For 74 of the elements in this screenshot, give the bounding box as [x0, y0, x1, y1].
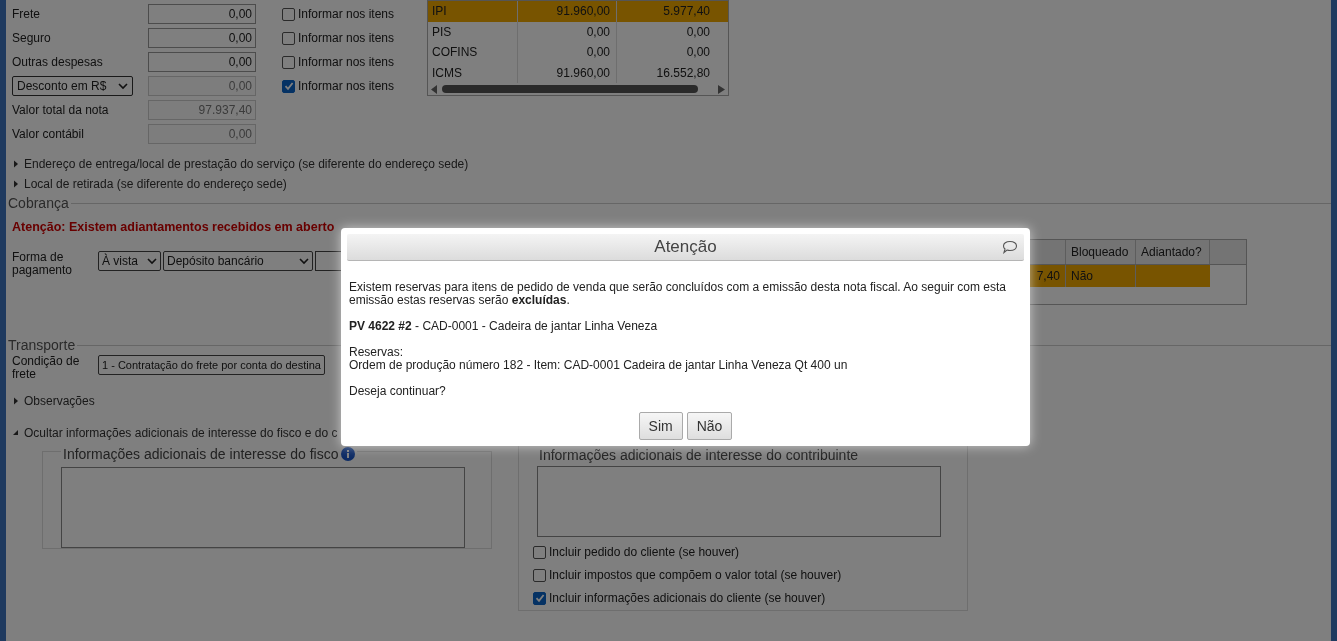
checkbox-label: Incluir impostos que compõem o valor total (se houver)	[549, 567, 842, 585]
checkbox-label: Informar nos itens	[298, 78, 395, 95]
section-title: Transporte	[8, 336, 76, 356]
dialog-button[interactable]: Sim	[638, 412, 683, 440]
table-cell: 91.960,00	[518, 1, 617, 22]
field-label: Condição de frete	[12, 354, 81, 383]
expand-triangle-icon[interactable]	[12, 396, 20, 405]
field-label: Seguro	[12, 30, 52, 47]
checkbox[interactable]	[533, 545, 546, 559]
table-cell-text: 0,00	[685, 44, 711, 62]
chevron-down-icon	[147, 256, 157, 265]
dialog-text: Reservas:	[349, 346, 405, 359]
checkbox[interactable]	[282, 55, 295, 69]
chevron-down-icon	[299, 256, 309, 265]
section-toggle[interactable]: Ocultar informações adicionais de interesse do fisco e do c	[24, 423, 338, 442]
input-field[interactable]: 0,00	[148, 52, 256, 72]
dialog-text: PV 4622 #2 - CAD-0001 - Cadeira de jantar Linha Veneza	[349, 320, 659, 333]
text-area[interactable]	[537, 465, 941, 537]
warning-text: Atenção: Existem adiantamentos recebidos em aberto	[11, 219, 335, 236]
input-field[interactable]: 0,00	[148, 4, 256, 24]
input-field[interactable]: 0,00	[148, 28, 256, 48]
table-cell: Não	[1066, 264, 1136, 287]
table-cell-text: 16.552,80	[655, 64, 711, 82]
chevron-down-icon	[118, 82, 128, 90]
payment-select[interactable]: À vista	[98, 250, 161, 271]
section-toggle[interactable]: Endereço de entrega/local de prestação do serviço (se diferente do endereço sede)	[24, 155, 469, 173]
table-cell-text: 5.977,40	[662, 3, 711, 21]
checkbox[interactable]	[533, 568, 546, 582]
speech-bubble-icon[interactable]	[1002, 240, 1018, 254]
info-icon[interactable]	[341, 447, 356, 462]
table-cell: ICMS	[428, 62, 518, 84]
scroll-right-icon[interactable]	[718, 84, 725, 94]
field-label: Forma de pagamento	[12, 250, 74, 279]
field-label: Valor contábil	[12, 126, 85, 143]
table-cell: 0,00	[518, 21, 617, 43]
field-label: Outras despesas	[12, 54, 104, 71]
table-row[interactable]: COFINS 0,00 0,00	[428, 42, 728, 63]
expand-triangle-icon[interactable]	[12, 160, 20, 168]
checkbox[interactable]	[282, 31, 295, 45]
scrollbar[interactable]	[442, 85, 698, 94]
section-toggle[interactable]: Observações	[24, 391, 95, 410]
dialog-button[interactable]: Não	[686, 412, 733, 440]
freight-select[interactable]: 1 - Contratação do frete por conta do destina	[98, 354, 325, 375]
checkbox[interactable]	[282, 7, 295, 21]
dialog-text: Ordem de produção número 182 - Item: CAD-0001 Cadeira de jantar Linha Veneza Qt 400 un	[349, 359, 849, 372]
dialog-message: Existem reservas para itens de pedido de venda que serão concluídos com a emissão desta nota fiscal. Ao seguir com esta emissão estas reservas serão excluídas.	[349, 281, 1008, 307]
panel-title: Informações adicionais de interesse do fisco	[63, 444, 339, 464]
checkbox-label: Incluir pedido do cliente (se houver)	[549, 544, 740, 562]
table-cell: PIS	[428, 21, 518, 43]
field-label: Frete	[12, 6, 41, 23]
checkbox[interactable]	[533, 591, 546, 605]
text-area[interactable]	[61, 466, 465, 548]
checkbox-label: Informar nos itens	[298, 30, 395, 47]
checkbox-label: Informar nos itens	[298, 6, 395, 23]
table-cell-text: 0,00	[685, 23, 711, 41]
checkbox-label: Informar nos itens	[298, 54, 395, 71]
table-cell: 91.960,00	[518, 62, 617, 84]
collapse-triangle-icon[interactable]	[12, 428, 20, 437]
checkbox-label: Incluir informações adicionais do cliente (se houver)	[549, 590, 826, 608]
section-toggle[interactable]: Local de retirada (se diferente do endereço sede)	[24, 175, 287, 193]
dialog-title: Atenção	[654, 236, 717, 259]
column-header[interactable]: Bloqueado	[1066, 239, 1136, 264]
expand-triangle-icon[interactable]	[12, 180, 20, 188]
table-cell: IPI	[428, 1, 518, 22]
payment-select[interactable]: Depósito bancário	[163, 250, 313, 271]
field-label: Valor total da nota	[12, 102, 110, 119]
column-header[interactable]: Adiantado?	[1136, 239, 1210, 264]
scroll-left-icon[interactable]	[431, 84, 438, 94]
table-row[interactable]: IPI 91.960,00 5.977,40	[428, 1, 728, 22]
table-cell: 0,00	[518, 42, 617, 63]
table-cell: COFINS	[428, 42, 518, 63]
dialog-text: Deseja continuar?	[349, 385, 447, 398]
section-title: Cobrança	[8, 193, 69, 213]
checkbox[interactable]	[282, 79, 295, 93]
